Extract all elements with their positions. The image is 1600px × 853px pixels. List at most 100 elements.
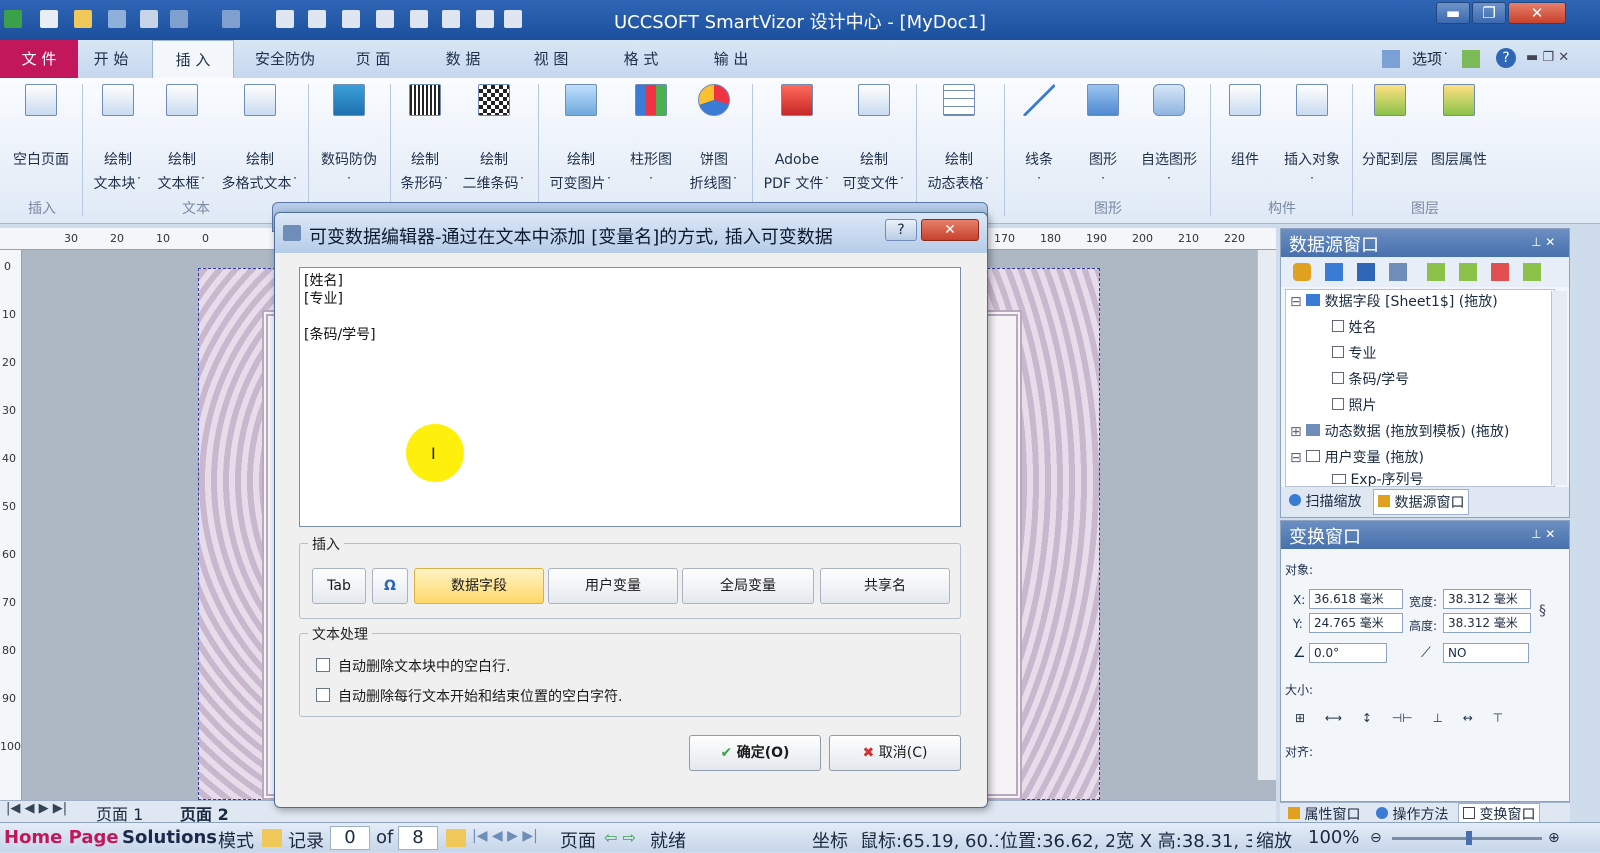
assign-layer-button[interactable]: 分配到层	[1356, 84, 1424, 172]
minimize-button[interactable]: ▬	[1436, 2, 1470, 24]
tree-node-field[interactable]: 专业	[1332, 342, 1376, 366]
edit-mode-icon[interactable]	[262, 829, 282, 847]
page-label: 页面	[560, 831, 596, 852]
zoom-in-icon[interactable]: ⊕	[1548, 830, 1560, 846]
pie-line-chart-button[interactable]: 饼图 折线图˙	[682, 84, 746, 196]
bar-chart-button[interactable]: 柱形图 ˙	[622, 84, 680, 196]
tree-node-field[interactable]: 条码/学号	[1332, 368, 1409, 392]
layer-properties-button[interactable]: 图层属性	[1424, 84, 1494, 172]
adobe-pdf-button[interactable]: Adobe PDF 文件˙	[756, 84, 838, 196]
group-label-insert: 插入	[28, 201, 56, 217]
y-input[interactable]: 24.765 毫米	[1309, 613, 1403, 633]
anti-counterfeit-button[interactable]: 数码防伪 ˙	[312, 84, 386, 196]
x-input[interactable]: 36.618 毫米	[1309, 589, 1403, 609]
cancel-button[interactable]: ✖ 取消(C)	[829, 735, 961, 771]
zoom-slider-thumb[interactable]	[1466, 831, 1472, 845]
record-current-input[interactable]: 0	[330, 826, 370, 850]
page-nav-icon[interactable]: ⇦ ⇨	[604, 828, 636, 847]
width-input[interactable]: 38.312 毫米	[1443, 589, 1531, 609]
tab-scan-zoom[interactable]: 扫描缩放	[1289, 491, 1361, 511]
variable-text-editor[interactable]: [姓名] [专业] [条码/学号]	[299, 267, 961, 527]
dialog-close-button[interactable]: ✕	[921, 219, 979, 241]
sql-icon[interactable]	[1325, 263, 1343, 281]
shape-button[interactable]: 图形 ˙	[1074, 84, 1132, 196]
tab-data[interactable]: 数 据	[430, 40, 496, 78]
options-menu[interactable]: 选项˙	[1412, 48, 1450, 69]
insert-object-button[interactable]: 插入对象 ˙	[1276, 84, 1348, 196]
tree-node-exp[interactable]: Exp-序列号	[1332, 470, 1424, 486]
lock-ratio-icon[interactable]: §	[1539, 603, 1546, 619]
draw-textblock-button[interactable]: 绘制 文本块˙	[86, 84, 150, 196]
tab-insert[interactable]: 插 入	[152, 40, 234, 78]
tree-node-field[interactable]: 照片	[1332, 394, 1376, 418]
options-icon[interactable]	[1382, 50, 1400, 68]
refresh-icon[interactable]	[1523, 263, 1541, 281]
tree-node-label: 数据字段 [Sheet1$] (拖放)	[1324, 294, 1498, 310]
insert-symbol-button[interactable]: Ω	[372, 568, 408, 604]
datasource-tabs: 扫描缩放 数据源窗口	[1281, 487, 1569, 517]
record-filter-icon[interactable]	[446, 829, 466, 847]
solutions-link[interactable]: Solutions	[122, 827, 217, 848]
draw-variable-image-button[interactable]: 绘制 可变图片˙	[542, 84, 620, 196]
tree-node-uservar[interactable]: ⊟ 用户变量 (拖放)	[1290, 446, 1424, 470]
tree-node-data-fields[interactable]: ⊟ 数据字段 [Sheet1$] (拖放)	[1290, 290, 1498, 314]
skew-select[interactable]: NO	[1443, 643, 1529, 663]
zoom-value: 100%	[1308, 827, 1360, 848]
dialog-help-button[interactable]: ?	[885, 219, 917, 241]
tab-format[interactable]: 格 式	[608, 40, 674, 78]
restore-button[interactable]: ❐	[1472, 2, 1506, 24]
insert-data-field-button[interactable]: 数据字段	[414, 568, 544, 604]
line-button[interactable]: 线条 ˙	[1010, 84, 1068, 196]
insert-tab-button[interactable]: Tab	[312, 568, 366, 604]
angle-select[interactable]: 0.0°	[1309, 643, 1387, 663]
draw-variable-file-button[interactable]: 绘制 可变文件˙	[836, 84, 912, 196]
tree-node-field[interactable]: 姓名	[1332, 316, 1376, 340]
height-input[interactable]: 38.312 毫米	[1443, 613, 1531, 633]
panel-pin-close-icon[interactable]: ⊥ ✕	[1531, 235, 1555, 249]
edit-field-icon[interactable]	[1459, 263, 1477, 281]
draw-barcode-button[interactable]: 绘制 条形码˙	[394, 84, 456, 196]
panel-pin-close-icon[interactable]: ⊥ ✕	[1531, 527, 1555, 541]
tab-properties-window[interactable]: 属性窗口	[1288, 804, 1360, 824]
insert-shared-name-button[interactable]: 共享名	[820, 568, 950, 604]
tab-file[interactable]: 文 件	[0, 40, 78, 78]
tab-start[interactable]: 开 始	[80, 40, 142, 78]
component-button[interactable]: 组件	[1216, 84, 1274, 172]
database-icon[interactable]	[1293, 263, 1311, 281]
ok-button[interactable]: ✔ 确定(O)	[689, 735, 821, 771]
zoom-out-icon[interactable]: ⊖	[1370, 830, 1382, 846]
draw-dynamic-table-button[interactable]: 绘制 动态表格˙	[920, 84, 998, 196]
help-icon[interactable]: ?	[1496, 48, 1516, 68]
record-nav-arrows-icon[interactable]: |◀ ◀ ▶ ▶|	[472, 828, 538, 844]
tab-security[interactable]: 安全防伪	[240, 40, 330, 78]
close-button[interactable]: ✕	[1508, 2, 1566, 24]
blank-page-button[interactable]: 空白页面	[4, 84, 78, 172]
autoshape-button[interactable]: 自选图形 ˙	[1134, 84, 1204, 196]
insert-user-variable-button[interactable]: 用户变量	[548, 568, 678, 604]
tab-output[interactable]: 输 出	[698, 40, 764, 78]
tree-scrollbar[interactable]	[1551, 291, 1567, 485]
filter-icon[interactable]	[1357, 263, 1375, 281]
ribbon-button-sublabel: 折线图˙	[689, 176, 739, 192]
draw-qrcode-button[interactable]: 绘制 二维条码˙	[458, 84, 530, 196]
canvas-vertical-scrollbar[interactable]	[1257, 250, 1276, 780]
delete-field-icon[interactable]	[1491, 263, 1509, 281]
insert-global-variable-button[interactable]: 全局变量	[682, 568, 814, 604]
size-tools[interactable]: ⊞ ⟷ ↕ ⊣⊢ ⊥ ↔ ⊤	[1295, 711, 1545, 725]
sort-icon[interactable]	[1389, 263, 1407, 281]
add-field-icon[interactable]	[1427, 263, 1445, 281]
trim-whitespace-checkbox[interactable]	[316, 688, 330, 702]
insert-object-icon	[1296, 84, 1328, 116]
draw-textbox-button[interactable]: 绘制 文本框˙	[150, 84, 214, 196]
style-icon[interactable]	[1462, 50, 1480, 68]
draw-richtext-button[interactable]: 绘制 多格式文本˙	[214, 84, 306, 196]
tab-view[interactable]: 视 图	[518, 40, 584, 78]
remove-blank-lines-checkbox[interactable]	[316, 658, 330, 672]
tab-datasource-window[interactable]: 数据源窗口	[1373, 489, 1470, 515]
home-page-link[interactable]: Home Page	[4, 827, 119, 848]
tab-how-to[interactable]: 操作方法	[1376, 804, 1448, 824]
tab-page[interactable]: 页 面	[340, 40, 406, 78]
page-nav-arrows-icon[interactable]: |◀ ◀ ▶ ▶|	[6, 801, 67, 816]
tree-node-dynamic[interactable]: ⊞ 动态数据 (拖放到模板) (拖放)	[1290, 420, 1509, 444]
ribbon-minimize-icon[interactable]: ▬ ❐ ✕	[1526, 50, 1569, 65]
